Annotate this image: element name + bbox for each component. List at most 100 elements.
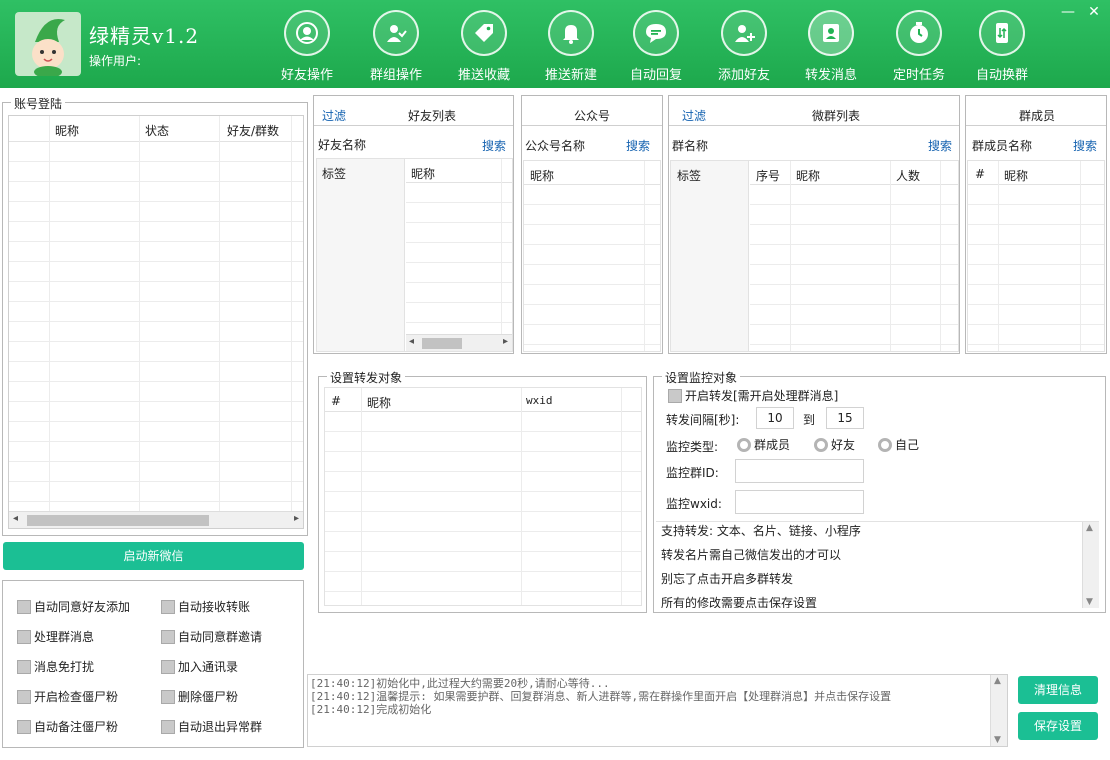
nav-group-ops[interactable]: 群组操作 bbox=[356, 10, 436, 86]
checkbox-icon bbox=[17, 629, 31, 644]
chat-icon bbox=[646, 24, 666, 43]
checkbox-icon bbox=[161, 659, 175, 674]
group-search-button[interactable]: 搜索 bbox=[928, 137, 952, 154]
monitor-wxid-label: 监控wxid: bbox=[666, 497, 722, 511]
monitor-wxid-input[interactable] bbox=[735, 490, 864, 514]
official-nick-column: 昵称 bbox=[530, 169, 555, 183]
opt-handle-group-msg[interactable]: 处理群消息 bbox=[17, 628, 94, 645]
log-line: [21:40:12]初始化中,此过程大约需要20秒,请耐心等待... bbox=[310, 677, 610, 690]
monitor-target-title: 设置监控对象 bbox=[662, 369, 741, 386]
forward-nick-column: 昵称 bbox=[367, 396, 392, 410]
nav-push-favorites[interactable]: 推送收藏 bbox=[444, 10, 524, 86]
tag-icon bbox=[475, 24, 493, 42]
col-nickname: 昵称 bbox=[55, 124, 80, 138]
monitor-group-id-input[interactable] bbox=[735, 459, 864, 483]
friend-filter-link[interactable]: 过滤 bbox=[322, 107, 346, 124]
group-list-panel: 过滤 微群列表 群名称 搜索 标签 序号 昵称 人数 bbox=[668, 95, 960, 354]
nav-forward-message[interactable]: 转发消息 bbox=[791, 10, 871, 86]
friend-tag-column: 标签 bbox=[322, 167, 347, 181]
start-new-wechat-button[interactable]: 启动新微信 bbox=[3, 542, 304, 570]
interval-to-input[interactable]: 15 bbox=[826, 407, 864, 429]
minimize-button[interactable]: — bbox=[1057, 4, 1079, 20]
checkbox-icon bbox=[17, 599, 31, 614]
group-table[interactable]: 标签 序号 昵称 人数 bbox=[670, 160, 959, 352]
radio-icon bbox=[878, 437, 892, 452]
official-account-title: 公众号 bbox=[574, 109, 611, 123]
friend-icon bbox=[296, 22, 318, 44]
official-name-label: 公众号名称 bbox=[525, 139, 586, 153]
radio-icon bbox=[737, 437, 751, 452]
opt-auto-receive-transfer[interactable]: 自动接收转账 bbox=[161, 598, 250, 615]
group-seq-column: 序号 bbox=[756, 169, 781, 183]
nav-push-new[interactable]: 推送新建 bbox=[531, 10, 611, 86]
account-table[interactable]: 昵称 状态 好友/群数 ◂ ▸ bbox=[8, 115, 304, 529]
save-settings-button[interactable]: 保存设置 bbox=[1018, 712, 1098, 740]
monitor-type-label: 监控类型: bbox=[666, 440, 719, 454]
forward-icon bbox=[823, 24, 839, 42]
checkbox-icon bbox=[668, 388, 682, 403]
nav-add-friend[interactable]: 添加好友 bbox=[704, 10, 784, 86]
nav-label: 好友操作 bbox=[280, 68, 333, 83]
friend-nick-column: 昵称 bbox=[411, 167, 436, 181]
nav-friend-ops[interactable]: 好友操作 bbox=[267, 10, 347, 86]
group-tag-column: 标签 bbox=[677, 169, 702, 183]
interval-to-label: 到 bbox=[803, 413, 816, 427]
log-box[interactable]: [21:40:12]初始化中,此过程大约需要20秒,请耐心等待... [21:4… bbox=[307, 674, 1008, 747]
opt-mute-messages[interactable]: 消息免打扰 bbox=[17, 658, 94, 675]
group-icon bbox=[387, 25, 407, 42]
clear-info-button[interactable]: 清理信息 bbox=[1018, 676, 1098, 704]
group-filter-link[interactable]: 过滤 bbox=[682, 107, 706, 124]
nav-label: 定时任务 bbox=[892, 68, 945, 83]
member-search-button[interactable]: 搜索 bbox=[1073, 137, 1097, 154]
nav-label: 推送收藏 bbox=[457, 68, 510, 83]
forward-wxid-column: wxid bbox=[526, 394, 553, 407]
col-friend-group-count: 好友/群数 bbox=[227, 124, 280, 138]
group-members-title: 群成员 bbox=[1019, 109, 1056, 123]
forward-index-column: # bbox=[331, 394, 342, 408]
group-count-column: 人数 bbox=[896, 169, 921, 183]
forward-target-table[interactable]: # 昵称 wxid bbox=[324, 387, 642, 606]
notes-vscrollbar[interactable]: ▲ ▼ bbox=[1082, 522, 1099, 608]
member-nick-column: 昵称 bbox=[1004, 169, 1029, 183]
nav-label: 自动回复 bbox=[629, 68, 682, 83]
radio-self[interactable]: 自己 bbox=[878, 436, 919, 453]
member-table[interactable]: # 昵称 bbox=[967, 160, 1105, 352]
nav-auto-reply[interactable]: 自动回复 bbox=[616, 10, 696, 86]
monitor-target-group: 设置监控对象 开启转发[需开启处理群消息] 转发间隔[秒]: 10 到 15 监… bbox=[653, 369, 1106, 613]
interval-label: 转发间隔[秒]: bbox=[666, 413, 740, 427]
add-user-icon bbox=[735, 25, 755, 42]
opt-remark-zombie-fans[interactable]: 自动备注僵尸粉 bbox=[17, 718, 118, 735]
friend-search-button[interactable]: 搜索 bbox=[482, 137, 506, 154]
opt-auto-accept-group-invite[interactable]: 自动同意群邀请 bbox=[161, 628, 262, 645]
radio-friend[interactable]: 好友 bbox=[814, 436, 855, 453]
nav-auto-switch-group[interactable]: 自动换群 bbox=[962, 10, 1042, 86]
opt-delete-zombie-fans[interactable]: 删除僵尸粉 bbox=[161, 688, 238, 705]
account-login-title: 账号登陆 bbox=[11, 95, 66, 112]
opt-auto-exit-abnormal-group[interactable]: 自动退出异常群 bbox=[161, 718, 262, 735]
header-bar: 绿精灵v1.2 操作用户: 好友操作 群组操作 推送收藏 推送新建 自动回复 添… bbox=[0, 0, 1110, 88]
account-hscrollbar[interactable]: ◂ ▸ bbox=[9, 511, 303, 528]
nav-label: 群组操作 bbox=[369, 68, 422, 83]
enable-forward-checkbox[interactable]: 开启转发[需开启处理群消息] bbox=[668, 387, 838, 404]
friend-table[interactable]: 标签 昵称 ◂ ▸ bbox=[316, 158, 513, 352]
note-line: 所有的修改需要点击保存设置 bbox=[661, 596, 818, 608]
official-search-button[interactable]: 搜索 bbox=[626, 137, 650, 154]
opt-auto-accept-friend[interactable]: 自动同意好友添加 bbox=[17, 598, 130, 615]
note-line: 转发名片需自己微信发出的才可以 bbox=[661, 548, 842, 562]
radio-group-member[interactable]: 群成员 bbox=[737, 436, 790, 453]
log-vscrollbar[interactable]: ▲ ▼ bbox=[990, 675, 1007, 746]
forward-target-title: 设置转发对象 bbox=[327, 369, 406, 386]
interval-from-input[interactable]: 10 bbox=[756, 407, 794, 429]
checkbox-icon bbox=[161, 719, 175, 734]
log-line: [21:40:12]温馨提示: 如果需要护群、回复群消息、新人进群等,需在群操作… bbox=[310, 690, 892, 703]
close-button[interactable]: ✕ bbox=[1083, 4, 1105, 20]
opt-add-to-contacts[interactable]: 加入通讯录 bbox=[161, 658, 238, 675]
friend-hscrollbar[interactable]: ◂ ▸ bbox=[406, 334, 512, 351]
radio-icon bbox=[814, 437, 828, 452]
nav-scheduled-task[interactable]: 定时任务 bbox=[879, 10, 959, 86]
app-title: 绿精灵v1.2 bbox=[89, 24, 200, 48]
official-table[interactable]: 昵称 bbox=[523, 160, 661, 352]
clock-icon bbox=[910, 22, 928, 43]
app-logo bbox=[15, 12, 81, 76]
opt-check-zombie-fans[interactable]: 开启检查僵尸粉 bbox=[17, 688, 118, 705]
